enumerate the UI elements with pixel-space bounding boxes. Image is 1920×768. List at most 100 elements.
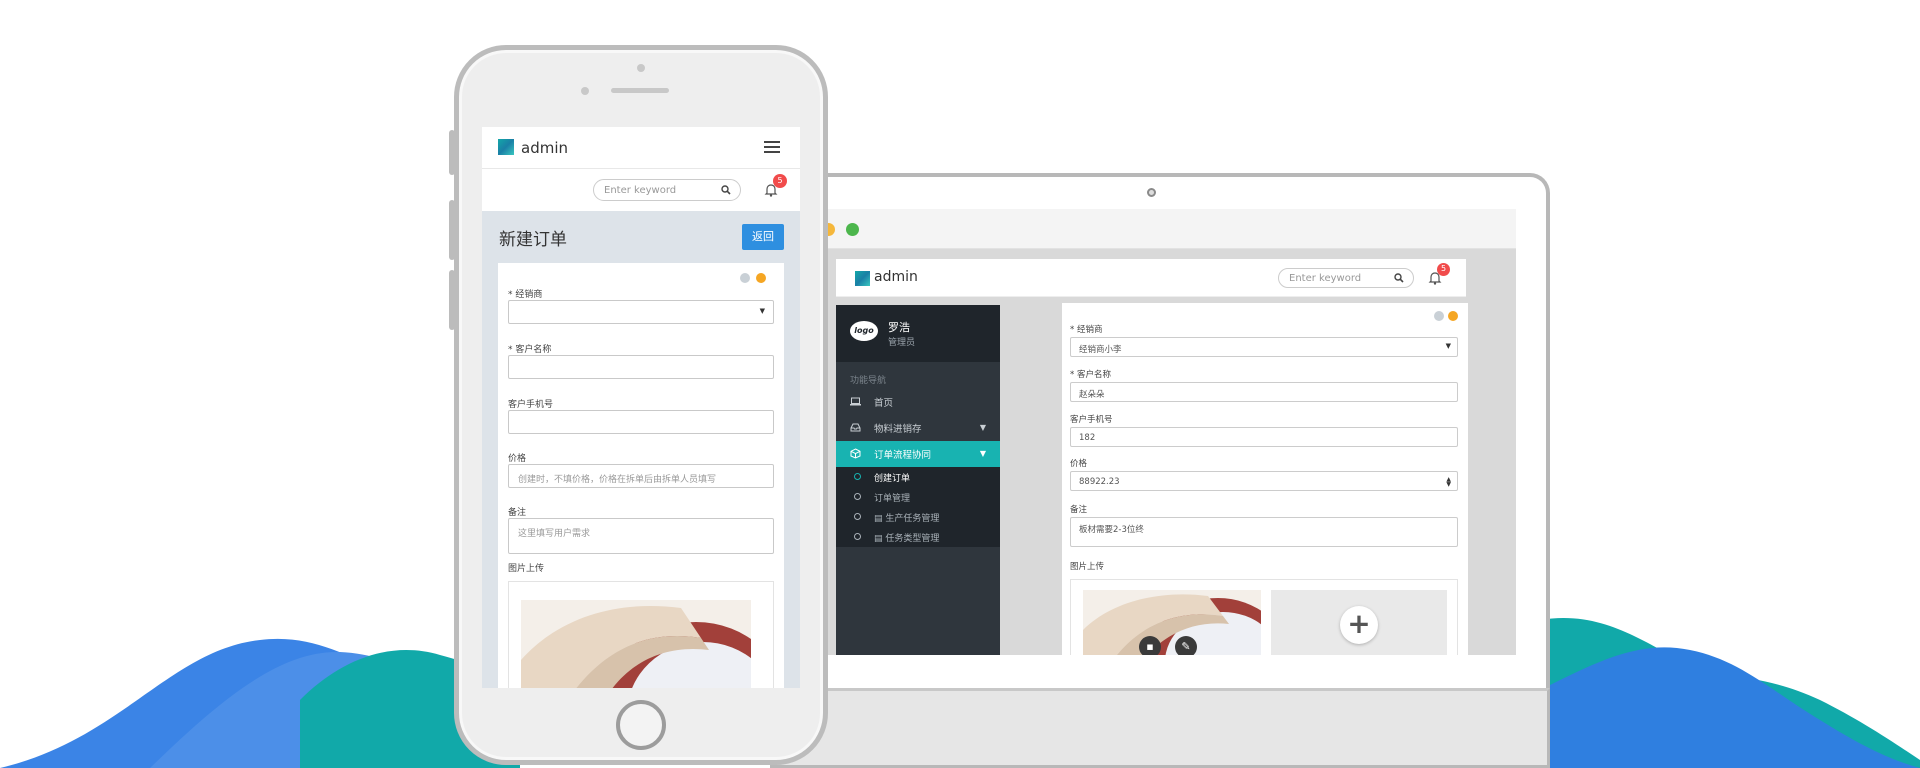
sidebar-user-panel: logo 罗浩 管理员: [836, 305, 1000, 362]
search-icon[interactable]: [721, 185, 731, 195]
price-field[interactable]: 创建时，不填价格，价格在拆单后由拆单人员填写: [508, 464, 774, 488]
remark-placeholder: 这里填写用户需求: [518, 529, 591, 539]
price-stepper[interactable]: 88922.23 ▲ ▼: [1070, 471, 1458, 491]
customer-name-field[interactable]: [508, 355, 774, 379]
dealer-select[interactable]: ▼: [508, 300, 774, 324]
phone-home-button[interactable]: [616, 700, 666, 750]
customer-name-label: * 客户名称: [1070, 370, 1111, 380]
upload-area: [508, 581, 774, 688]
price-label: 价格: [508, 454, 527, 464]
document-icon: ▤: [874, 534, 883, 544]
laptop-screen: admin Enter keyword 5 logo 罗浩 管理员 功能导航 首…: [828, 209, 1516, 655]
sidebar-item-label: 物料进销存: [874, 424, 922, 435]
price-placeholder: 创建时，不填价格，价格在拆单后由拆单人员填写: [518, 475, 717, 485]
customer-phone-field[interactable]: [508, 410, 774, 434]
price-value: 88922.23: [1079, 477, 1120, 487]
phone-speaker: [611, 88, 669, 93]
minus-icon[interactable]: [1448, 311, 1458, 321]
remark-label: 备注: [508, 508, 527, 518]
laptop-base: [770, 688, 1550, 768]
add-image-tile[interactable]: +: [1271, 590, 1447, 655]
spinner-icon[interactable]: ▲ ▼: [1446, 477, 1451, 488]
phone-search-row: Enter keyword 5: [482, 169, 800, 211]
sidebar-subitem-order-manage[interactable]: 订单管理: [836, 487, 1000, 507]
laptop-icon: [850, 397, 861, 406]
remark-textarea[interactable]: 这里填写用户需求: [508, 518, 774, 554]
collapse-icon[interactable]: [740, 273, 750, 283]
remark-textarea[interactable]: 板材需要2-3位终: [1070, 517, 1458, 547]
sidebar-item-home[interactable]: 首页: [836, 389, 1000, 415]
dealer-label: * 经销商: [508, 290, 543, 300]
customer-phone-value: 182: [1079, 433, 1096, 443]
search-placeholder: Enter keyword: [604, 185, 677, 196]
window-minimize-dot[interactable]: [828, 223, 835, 236]
ring-product-image: [1083, 590, 1261, 655]
sidebar-item-inventory[interactable]: 物料进销存 ▼: [836, 415, 1000, 441]
caret-down-icon: ▼: [759, 307, 765, 315]
phone-screen: admin Enter keyword 5 新建订单 返回 * 经销商 ▼ * …: [482, 127, 800, 688]
search-input[interactable]: Enter keyword: [1278, 268, 1414, 288]
brand-name: admin: [874, 269, 918, 285]
trash-icon[interactable]: ▪: [1139, 636, 1161, 655]
sidebar-item-label: 首页: [874, 398, 894, 409]
plus-icon[interactable]: +: [1340, 606, 1378, 644]
ring-product-image: [521, 600, 751, 688]
order-form-card: * 经销商 ▼ * 客户名称 客户手机号 价格 创建时，不填价格，价格在拆单后由…: [498, 263, 784, 688]
upload-area: ▪ ✎ +: [1070, 579, 1458, 655]
minus-icon[interactable]: [756, 273, 766, 283]
customer-phone-label: 客户手机号: [508, 400, 554, 410]
sidebar-item-label: 订单流程协同: [874, 450, 932, 461]
sidebar-subitem-production-tasks[interactable]: ▤ 生产任务管理: [836, 507, 1000, 527]
circle-icon: [854, 473, 861, 480]
document-icon: ▤: [874, 514, 883, 524]
collapse-icon[interactable]: [1434, 311, 1444, 321]
sidebar-subitem-task-types[interactable]: ▤ 任务类型管理: [836, 527, 1000, 547]
window-maximize-dot[interactable]: [846, 223, 859, 236]
circle-icon: [854, 533, 861, 540]
brand-logo-icon: [855, 271, 870, 286]
pencil-icon[interactable]: ✎: [1175, 636, 1197, 655]
chevron-down-icon: ▼: [979, 449, 986, 458]
uploaded-image[interactable]: [521, 600, 751, 688]
caret-down-icon: ▼: [1445, 342, 1451, 350]
customer-phone-field[interactable]: 182: [1070, 427, 1458, 447]
sidebar: logo 罗浩 管理员 功能导航 首页 物料进销存 ▼ 订单流程协同 ▼ 创建订…: [836, 305, 1000, 655]
back-button[interactable]: 返回: [742, 224, 784, 250]
order-form-card: * 经销商 经销商小李 ▼ * 客户名称 赵朵朵 客户手机号 182 价格 88…: [1062, 303, 1468, 655]
phone-sensor: [581, 87, 589, 95]
sidebar-item-order-flow[interactable]: 订单流程协同 ▼: [836, 441, 1000, 467]
dealer-label: * 经销商: [1070, 325, 1103, 335]
user-name: 罗浩: [888, 321, 910, 334]
laptop-camera: [1147, 188, 1156, 197]
phone-camera: [637, 64, 645, 72]
remark-label: 备注: [1070, 505, 1088, 515]
notification-badge: 5: [773, 174, 787, 188]
sidebar-subitem-label: 订单管理: [874, 494, 911, 504]
customer-name-value: 赵朵朵: [1079, 390, 1105, 400]
circle-icon: [854, 493, 861, 500]
company-logo: logo: [850, 321, 878, 341]
browser-bar: [828, 209, 1516, 249]
uploaded-image[interactable]: ▪ ✎: [1083, 590, 1261, 655]
laptop-app-header: admin Enter keyword 5: [836, 259, 1466, 297]
price-label: 价格: [1070, 459, 1088, 469]
nav-caption: 功能导航: [850, 376, 887, 386]
circle-icon: [854, 513, 861, 520]
sidebar-subitem-label: 生产任务管理: [885, 514, 940, 524]
search-placeholder: Enter keyword: [1289, 273, 1362, 284]
dealer-value: 经销商小李: [1079, 345, 1122, 355]
chevron-down-icon: ▼: [979, 423, 986, 432]
customer-name-field[interactable]: 赵朵朵: [1070, 382, 1458, 402]
inbox-icon: [850, 423, 861, 432]
search-icon[interactable]: [1394, 273, 1404, 283]
sidebar-subitem-label: 任务类型管理: [885, 534, 940, 544]
notification-badge: 5: [1437, 263, 1450, 276]
upload-label: 图片上传: [508, 564, 545, 574]
brand-name: admin: [521, 139, 568, 157]
search-input[interactable]: Enter keyword: [593, 179, 741, 201]
sidebar-subitem-create-order[interactable]: 创建订单: [836, 467, 1000, 487]
upload-label: 图片上传: [1070, 562, 1105, 572]
sidebar-subitem-label: 创建订单: [874, 474, 911, 484]
dealer-select[interactable]: 经销商小李 ▼: [1070, 337, 1458, 357]
hamburger-menu-icon[interactable]: [764, 141, 780, 153]
